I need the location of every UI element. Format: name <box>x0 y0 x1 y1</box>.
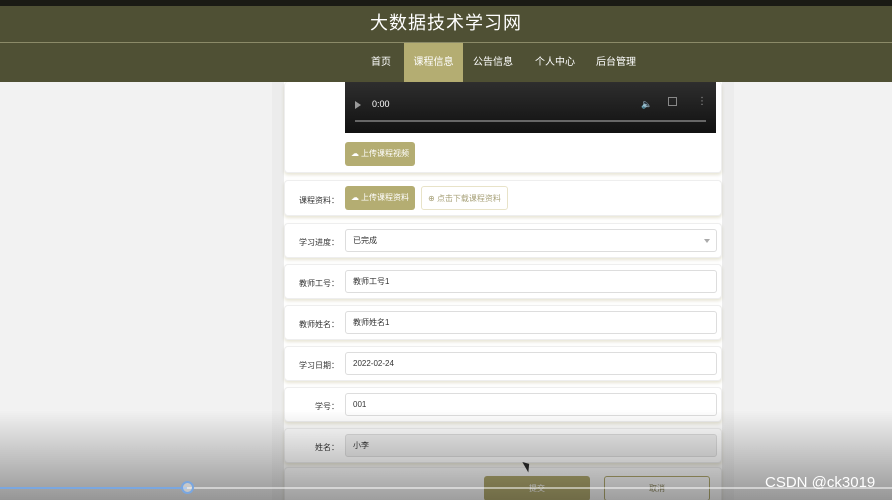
playback-progress-fill <box>0 487 187 489</box>
card-gutter-right <box>722 82 734 500</box>
teacher-name-label: 教师姓名： <box>299 320 339 329</box>
name-label: 姓名： <box>315 443 339 452</box>
video-time: 0:00 <box>372 99 390 109</box>
cloud-upload-icon: ☁ <box>351 193 359 202</box>
top-bar: 大数据技术学习网 首页 课程信息 公告信息 个人中心 后台管理 <box>0 0 892 82</box>
upload-video-button-label: 上传课程视频 <box>361 149 409 158</box>
video-row: 0:00 🔈 ⋮ ☁ 上传课程视频 <box>284 82 722 173</box>
course-material-label: 课程资料： <box>299 196 339 205</box>
course-form: 0:00 🔈 ⋮ ☁ 上传课程视频 课程资料： ☁ 上传课程资料 ⊕ 点击下载课程资… <box>284 82 722 500</box>
upload-material-button[interactable]: ☁ 上传课程资料 <box>345 186 415 210</box>
main-nav: 首页 课程信息 公告信息 个人中心 后台管理 <box>0 43 892 82</box>
download-material-button[interactable]: ⊕ 点击下载课程资料 <box>421 186 508 210</box>
play-icon[interactable] <box>355 101 361 109</box>
study-date-label: 学习日期： <box>299 361 339 370</box>
name-row: 姓名： 小李 <box>284 428 722 463</box>
playback-progress-knob[interactable] <box>181 481 194 494</box>
cloud-upload-icon: ☁ <box>351 149 359 158</box>
name-field[interactable]: 小李 <box>345 434 717 457</box>
fullscreen-icon[interactable] <box>668 97 677 106</box>
more-options-icon[interactable]: ⋮ <box>697 96 707 107</box>
teacher-id-field[interactable]: 教师工号1 <box>345 270 717 293</box>
teacher-id-row: 教师工号： 教师工号1 <box>284 264 722 299</box>
download-material-button-label: 点击下载课程资料 <box>436 194 501 203</box>
study-date-row: 学习日期： 2022-02-24 <box>284 346 722 381</box>
progress-label: 学习进度： <box>299 238 339 247</box>
chevron-down-icon <box>704 239 710 243</box>
video-timeline[interactable] <box>355 120 706 122</box>
download-icon: ⊕ <box>428 194 437 203</box>
nav-item-home[interactable]: 首页 <box>361 43 401 82</box>
video-player[interactable]: 0:00 🔈 ⋮ <box>345 82 716 133</box>
nav-item-announcements[interactable]: 公告信息 <box>466 43 520 82</box>
volume-icon[interactable]: 🔈 <box>641 99 652 110</box>
teacher-id-label: 教师工号： <box>299 279 339 288</box>
card-gutter-left <box>272 82 284 500</box>
student-id-row: 学号： 001 <box>284 387 722 422</box>
study-date-field[interactable]: 2022-02-24 <box>345 352 717 375</box>
progress-select[interactable]: 已完成 <box>345 229 717 252</box>
teacher-name-field[interactable]: 教师姓名1 <box>345 311 717 334</box>
progress-row: 学习进度： 已完成 <box>284 223 722 258</box>
student-id-field[interactable]: 001 <box>345 393 717 416</box>
nav-item-personal-center[interactable]: 个人中心 <box>528 43 582 82</box>
watermark: CSDN @ck3019 <box>765 474 876 491</box>
upload-material-button-label: 上传课程资料 <box>361 193 409 202</box>
nav-item-course-info[interactable]: 课程信息 <box>404 43 463 82</box>
nav-item-admin[interactable]: 后台管理 <box>589 43 643 82</box>
teacher-name-row: 教师姓名： 教师姓名1 <box>284 305 722 340</box>
student-id-label: 学号： <box>315 402 339 411</box>
upload-video-button[interactable]: ☁ 上传课程视频 <box>345 142 415 166</box>
progress-select-value: 已完成 <box>353 236 377 245</box>
course-material-row: 课程资料： ☁ 上传课程资料 ⊕ 点击下载课程资料 <box>284 180 722 216</box>
site-title: 大数据技术学习网 <box>370 13 522 33</box>
actions-row: 提交 取消 <box>284 467 722 500</box>
